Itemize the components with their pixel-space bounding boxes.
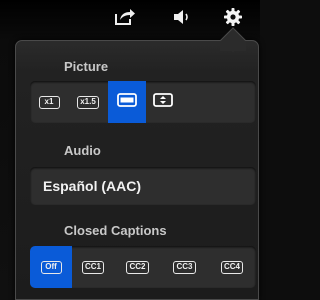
widescreen-icon: [117, 92, 137, 112]
captions-option-cc3[interactable]: CC3: [161, 246, 208, 288]
video-player-overlay: Picture x1 x1.5 Audio Español (AAC) Clos…: [0, 0, 260, 300]
zoom-1-5x-icon: x1.5: [77, 95, 99, 109]
captions-segmented-control: Off CC1 CC2 CC3 CC4: [30, 246, 256, 288]
picture-option-fit[interactable]: [146, 81, 180, 123]
captions-option-cc2[interactable]: CC2: [114, 246, 161, 288]
picture-option-x1-5[interactable]: x1.5: [68, 81, 108, 123]
audio-section-title: Audio: [64, 143, 101, 158]
gear-icon[interactable]: [218, 4, 248, 30]
picture-option-x1[interactable]: x1: [30, 81, 68, 123]
settings-popover: Picture x1 x1.5 Audio Español (AAC) Clos…: [15, 40, 259, 300]
captions-option-cc4[interactable]: CC4: [208, 246, 256, 288]
share-icon[interactable]: [110, 4, 140, 30]
picture-option-widescreen[interactable]: [108, 81, 146, 123]
captions-option-cc1[interactable]: CC1: [72, 246, 114, 288]
audio-track-selector[interactable]: Español (AAC): [30, 167, 256, 205]
audio-track-label: Español (AAC): [43, 178, 141, 194]
picture-section-title: Picture: [64, 59, 109, 74]
picture-segmented-control: x1 x1.5: [30, 81, 256, 123]
captions-section-title: Closed Captions: [64, 223, 167, 238]
fit-screen-icon: [153, 92, 173, 112]
captions-option-off[interactable]: Off: [30, 246, 72, 288]
zoom-1x-icon: x1: [38, 95, 60, 109]
volume-icon[interactable]: [167, 4, 197, 30]
